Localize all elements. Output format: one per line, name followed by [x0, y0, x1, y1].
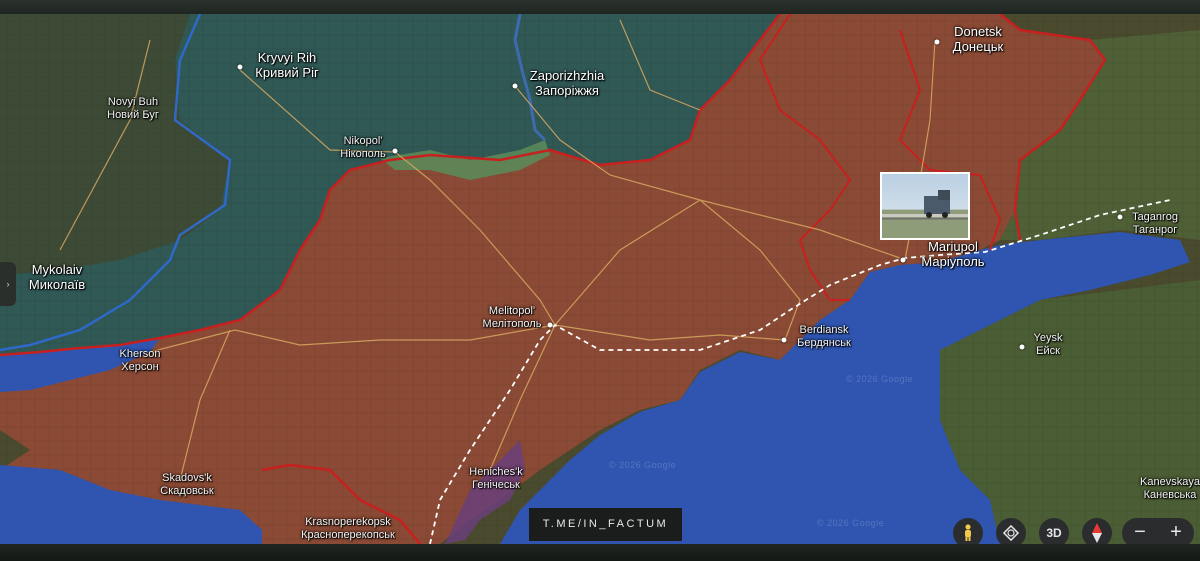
city-name-latin: Yeysk — [1033, 332, 1063, 344]
city-name-latin: Berdiansk — [799, 324, 849, 336]
city-name-latin: Kanevskaya — [1140, 476, 1200, 488]
city-name-latin: Mariupol — [928, 239, 978, 254]
city-label-kherson[interactable]: Kherson Херсон — [120, 348, 161, 373]
city-name-latin: Krasnoperekopsk — [305, 516, 391, 528]
city-name-latin: Heniches'k — [469, 466, 523, 478]
city-dot-taganrog[interactable] — [1117, 214, 1123, 220]
city-label-krasnoperekopsk[interactable]: Krasnoperekopsk Красноперекопськ — [301, 516, 395, 541]
city-name-latin: Kryvyi Rih — [257, 50, 317, 65]
satellite-map[interactable]: Kryvyi Rih Кривий Ріг Zaporizhzhia Запор… — [0, 14, 1200, 544]
city-dot-berdiansk[interactable] — [781, 337, 787, 343]
google-watermark: © 2026 Google — [609, 460, 677, 470]
rotate-icon — [1002, 524, 1020, 544]
side-panel-toggle[interactable]: › — [0, 262, 16, 306]
city-label-skadovsk[interactable]: Skadovs'k Скадовськ — [160, 472, 213, 497]
city-name-latin: Melitopol' — [488, 305, 536, 317]
city-name-latin: Nikopol' — [343, 135, 383, 147]
city-label-zaporizhzhia[interactable]: Zaporizhzhia Запоріжжя — [529, 68, 605, 99]
city-dot-kryvyi-rih[interactable] — [237, 64, 243, 70]
city-label-yeysk[interactable]: Yeysk Ейск — [1034, 332, 1063, 357]
city-label-kryvyi-rih[interactable]: Kryvyi Rih Кривий Ріг — [255, 50, 319, 81]
city-label-donetsk[interactable]: Donetsk Донецьк — [952, 24, 1004, 55]
city-name-latin: Mykolaiv — [31, 262, 83, 277]
city-name-cyrillic: Генічеськ — [472, 478, 520, 491]
city-name-cyrillic: Таганрог — [1132, 223, 1178, 236]
city-label-novyi-buh[interactable]: Novyi Buh Новий Буг — [107, 96, 159, 121]
city-label-henichesk[interactable]: Heniches'k Генічеськ — [469, 466, 522, 491]
city-name-latin: Donetsk — [954, 24, 1002, 39]
city-label-mykolaiv[interactable]: Mykolaiv Миколаїв — [28, 262, 86, 293]
city-dot-yeysk[interactable] — [1019, 344, 1025, 350]
map-screenshot-frame: Kryvyi Rih Кривий Ріг Zaporizhzhia Запор… — [0, 0, 1200, 561]
pegman-icon — [961, 524, 975, 545]
city-label-nikopol[interactable]: Nikopol' Нікополь — [340, 135, 385, 160]
city-dot-melitopol[interactable] — [547, 322, 553, 328]
city-name-cyrillic: Мелітополь — [482, 317, 542, 330]
city-name-cyrillic: Новий Буг — [107, 108, 159, 121]
google-watermark: © 2026 Google — [846, 374, 914, 384]
city-dot-zaporizhzhia[interactable] — [512, 83, 518, 89]
city-name-cyrillic: Нікополь — [340, 147, 386, 160]
city-name-latin: Taganrog — [1132, 211, 1178, 223]
photo-image — [882, 190, 968, 238]
city-name-latin: Novyi Buh — [107, 96, 159, 108]
city-name-latin: Skadovs'k — [162, 472, 212, 484]
city-label-melitopol[interactable]: Melitopol' Мелітополь — [483, 305, 542, 330]
city-dot-nikopol[interactable] — [392, 148, 398, 154]
city-dot-donetsk[interactable] — [934, 39, 940, 45]
city-label-mariupol[interactable]: Mariupol Маріуполь — [921, 239, 985, 270]
city-label-berdiansk[interactable]: Berdiansk Бердянськ — [797, 324, 851, 349]
city-dot-mariupol[interactable] — [900, 257, 906, 263]
city-name-cyrillic: Ейск — [1036, 344, 1060, 357]
city-label-kanevskaya[interactable]: Kanevskaya Каневська — [1140, 476, 1200, 501]
city-name-latin: Kherson — [119, 348, 161, 360]
city-name-cyrillic: Запоріжжя — [535, 82, 599, 98]
city-name-cyrillic: Херсон — [121, 360, 159, 373]
mariupol-photo-thumbnail[interactable] — [880, 172, 970, 240]
city-name-cyrillic: Каневська — [1143, 488, 1197, 501]
city-name-cyrillic: Кривий Ріг — [255, 64, 319, 80]
city-label-taganrog[interactable]: Taganrog Таганрог — [1132, 211, 1178, 236]
city-name-cyrillic: Маріуполь — [921, 253, 985, 269]
city-name-cyrillic: Скадовськ — [160, 484, 214, 497]
bottom-edge-bar — [0, 544, 1200, 561]
google-watermark: © 2026 Google — [817, 518, 885, 528]
city-name-latin: Zaporizhzhia — [529, 68, 605, 83]
top-edge-bar — [0, 0, 1200, 14]
telegram-handle-banner: T.ME/IN_FACTUM — [529, 508, 682, 541]
city-name-cyrillic: Бердянськ — [797, 336, 851, 349]
city-name-cyrillic: Миколаїв — [28, 276, 86, 292]
city-name-cyrillic: Донецьк — [952, 38, 1004, 54]
city-name-cyrillic: Красноперекопськ — [301, 528, 395, 541]
